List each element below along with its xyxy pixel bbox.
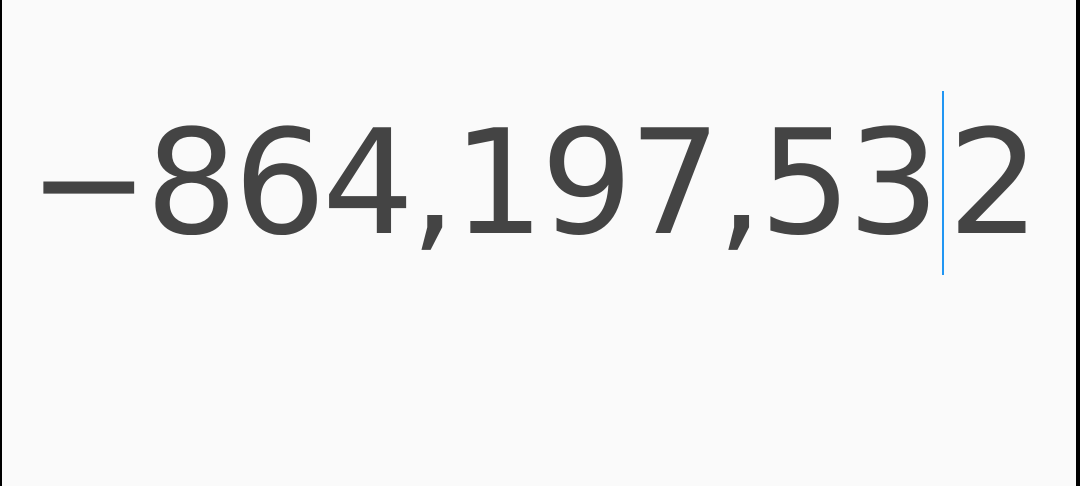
calculator-display-panel: −864,197,53 2 — [2, 0, 1076, 486]
text-cursor — [941, 91, 944, 275]
display-value-after-cursor: 2 — [947, 98, 1040, 268]
display-value-before-cursor: −864,197,53 — [28, 98, 940, 268]
number-input-field[interactable]: −864,197,53 2 — [28, 88, 1040, 278]
